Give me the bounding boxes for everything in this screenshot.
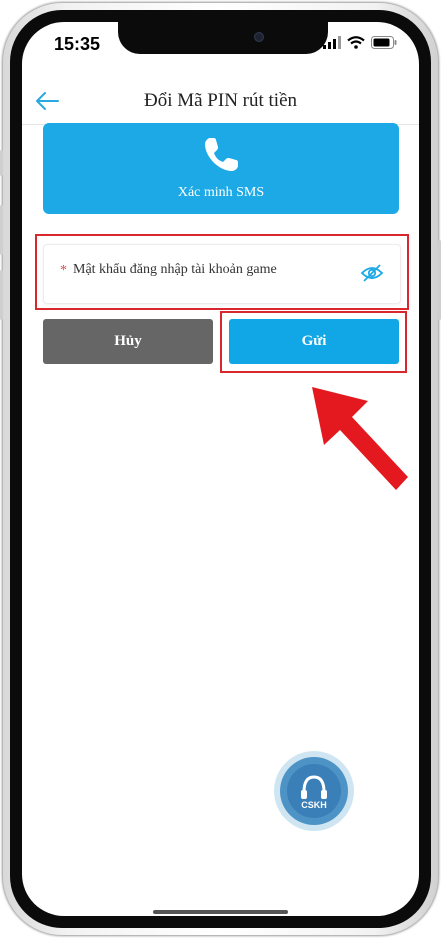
send-button[interactable]: Gửi bbox=[229, 319, 399, 364]
signal-icon bbox=[323, 36, 341, 49]
red-pointer-arrow-icon bbox=[312, 387, 408, 490]
password-placeholder: Mật khẩu đăng nhập tài khoản game bbox=[73, 262, 277, 277]
page-title: Đổi Mã PIN rút tiền bbox=[143, 90, 298, 111]
phone-screen: 15:35 Đổi Mã PIN rút tiền Xác minh SMS * bbox=[22, 22, 419, 916]
phone-icon bbox=[205, 138, 238, 171]
app-header: Đổi Mã PIN rút tiền bbox=[22, 78, 419, 125]
front-camera bbox=[254, 32, 264, 42]
side-button bbox=[0, 205, 3, 255]
support-label: CSKH bbox=[301, 800, 327, 810]
home-indicator bbox=[153, 910, 288, 914]
sms-verify-button[interactable]: Xác minh SMS bbox=[43, 123, 399, 214]
status-time: 15:35 bbox=[54, 34, 101, 54]
status-icons bbox=[323, 36, 397, 49]
customer-support-button[interactable]: CSKH bbox=[273, 750, 355, 832]
side-button bbox=[0, 150, 3, 176]
side-button bbox=[0, 270, 3, 320]
sms-verify-label: Xác minh SMS bbox=[177, 185, 265, 200]
eye-icon[interactable] bbox=[360, 262, 384, 284]
headset-icon bbox=[274, 751, 354, 831]
required-mark: * bbox=[60, 263, 67, 278]
password-field[interactable]: * Mật khẩu đăng nhập tài khoản game bbox=[43, 244, 401, 304]
wifi-icon bbox=[347, 36, 365, 49]
cancel-button[interactable]: Hủy bbox=[43, 319, 213, 364]
battery-icon bbox=[371, 36, 397, 49]
notch bbox=[118, 22, 328, 54]
